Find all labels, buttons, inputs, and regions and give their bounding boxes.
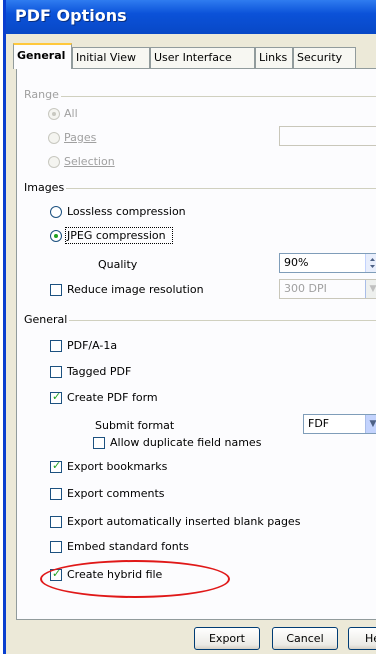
tab-security[interactable]: Security	[293, 47, 356, 68]
lossless-compression-radio[interactable]	[50, 206, 62, 218]
chevron-down-icon: ▼	[369, 284, 376, 294]
export-blank-pages-checkbox[interactable]	[50, 516, 62, 528]
tab-links[interactable]: Links	[255, 47, 293, 68]
jpeg-compression-radio[interactable]	[50, 230, 62, 242]
quality-spin-buttons[interactable]	[365, 254, 376, 272]
quality-label: Quality	[98, 258, 138, 271]
allow-duplicate-names-checkbox[interactable]	[93, 437, 105, 449]
tab-user-interface[interactable]: User Interface	[150, 47, 255, 68]
embed-standard-fonts-checkbox[interactable]	[50, 541, 62, 553]
help-button[interactable]: He	[348, 627, 376, 650]
quality-spinbox[interactable]: 90%	[279, 253, 376, 273]
allow-duplicate-names-label: Allow duplicate field names	[110, 436, 262, 449]
chevron-down-icon: ▼	[369, 419, 376, 429]
submit-format-dropdown-button[interactable]: ▼	[365, 415, 376, 433]
spin-arrows-icon	[370, 258, 375, 268]
tagged-pdf-label: Tagged PDF	[67, 365, 132, 378]
quality-value: 90%	[284, 256, 309, 269]
create-pdf-form-label: Create PDF form	[67, 391, 158, 404]
range-selection-label: Selection	[64, 155, 115, 168]
submit-format-label: Submit format	[95, 419, 175, 432]
export-bookmarks-checkbox[interactable]: ✓	[50, 459, 62, 473]
create-pdf-form-checkbox[interactable]: ✓	[50, 390, 62, 404]
checkmark-icon: ✓	[52, 390, 62, 403]
embed-standard-fonts-label: Embed standard fonts	[67, 540, 189, 553]
range-group-line	[26, 96, 376, 97]
resolution-dropdown-button[interactable]: ▼	[365, 280, 376, 298]
cancel-button[interactable]: Cancel	[272, 627, 338, 650]
export-bookmarks-label: Export bookmarks	[67, 460, 168, 473]
images-group-line	[26, 188, 376, 189]
tab-general[interactable]: General	[13, 43, 72, 69]
range-pages-radio[interactable]	[48, 132, 60, 144]
export-comments-checkbox[interactable]	[50, 488, 62, 500]
red-annotation-ellipse	[40, 560, 230, 598]
range-group-label: Range	[22, 88, 61, 101]
export-button[interactable]: Export	[194, 627, 260, 650]
window-title: PDF Options	[15, 6, 127, 25]
focus-indicator	[65, 227, 173, 244]
submit-format-value: FDF	[308, 417, 330, 430]
range-pages-label: Pages	[64, 131, 97, 144]
resolution-value: 300 DPI	[284, 282, 327, 295]
resolution-combobox[interactable]: 300 DPI	[279, 279, 376, 299]
tab-initial-view[interactable]: Initial View	[72, 47, 150, 68]
general-group-line	[26, 320, 376, 321]
export-blank-pages-label: Export automatically inserted blank page…	[67, 515, 301, 528]
range-selection-radio[interactable]	[48, 156, 60, 168]
pdfa-checkbox[interactable]	[50, 340, 62, 352]
export-comments-label: Export comments	[67, 487, 165, 500]
lossless-compression-label: Lossless compression	[67, 205, 186, 218]
pdfa-label: PDF/A-1a	[67, 339, 118, 352]
reduce-resolution-label: Reduce image resolution	[67, 283, 204, 296]
pages-input[interactable]	[279, 126, 376, 146]
range-all-label: All	[64, 107, 78, 120]
checkmark-icon: ✓	[52, 459, 62, 472]
range-all-radio[interactable]	[48, 108, 60, 120]
title-bar[interactable]: PDF Options	[6, 0, 376, 34]
tagged-pdf-checkbox[interactable]	[50, 366, 62, 378]
general-group-label: General	[22, 313, 70, 326]
reduce-resolution-checkbox[interactable]	[50, 284, 62, 296]
images-group-label: Images	[22, 181, 67, 194]
pdf-options-dialog: PDF Options General Initial View User In…	[3, 0, 376, 654]
